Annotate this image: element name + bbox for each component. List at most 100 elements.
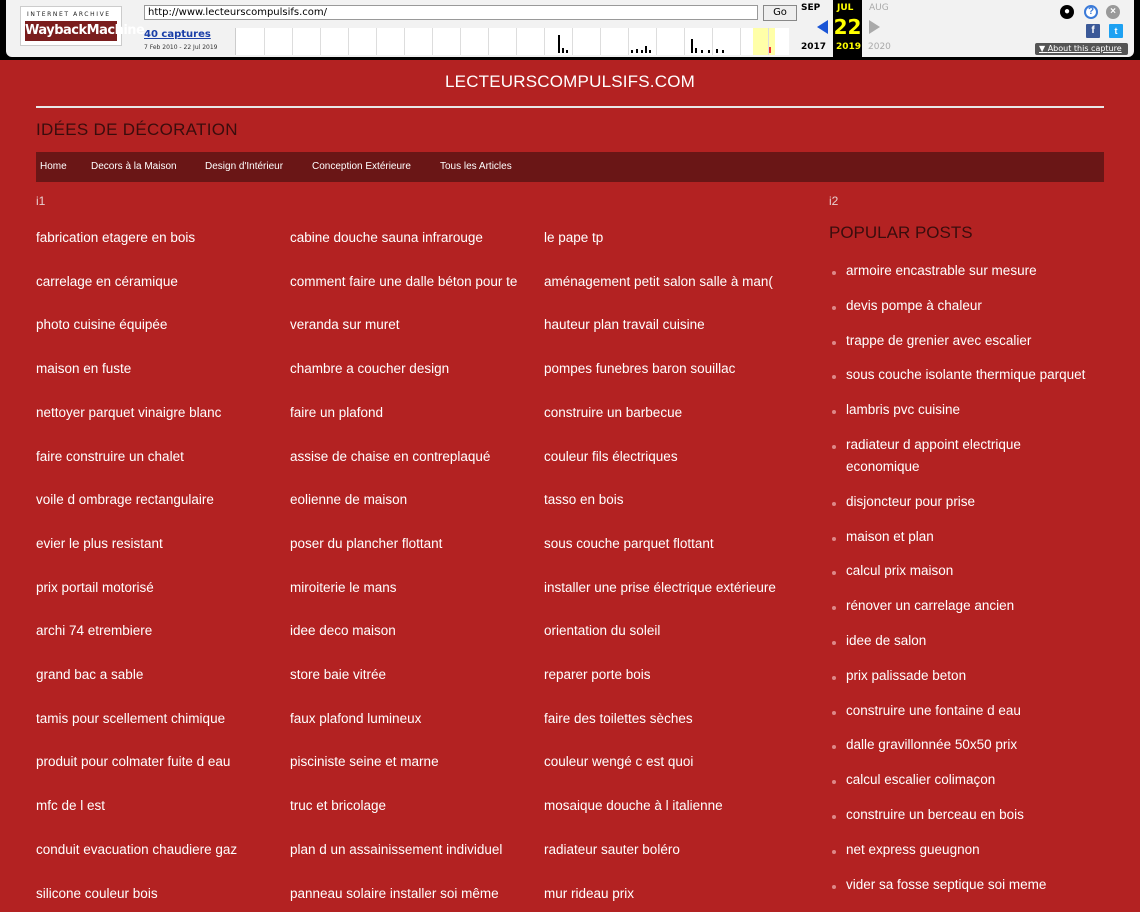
article-link[interactable]: radiateur sauter boléro (544, 842, 780, 857)
prev-month[interactable]: SEP (801, 3, 820, 13)
popular-post-link[interactable]: disjoncteur pour prise (846, 491, 975, 513)
article-link[interactable]: evier le plus resistant (36, 536, 272, 551)
popular-post-link[interactable]: maison et plan (846, 526, 934, 548)
article-link[interactable]: mosaique douche à l italienne (544, 798, 780, 813)
help-icon[interactable]: ? (1084, 5, 1098, 19)
article-link[interactable]: faire un plafond (290, 405, 526, 420)
sparkline-year-divider (740, 28, 741, 55)
prev-capture-arrow-icon[interactable] (817, 20, 828, 34)
popular-post-link[interactable]: calcul escalier colimaçon (846, 769, 995, 791)
close-icon[interactable]: × (1106, 5, 1120, 19)
article-link[interactable]: le pape tp (544, 230, 780, 245)
popular-post-link[interactable]: trappe de grenier avec escalier (846, 330, 1031, 352)
popular-post-link[interactable]: economique (846, 456, 920, 478)
article-link[interactable]: maison en fuste (36, 361, 272, 376)
popular-post-link[interactable]: idee de salon (846, 630, 926, 652)
article-link[interactable]: plan d un assainissement individuel (290, 842, 526, 857)
user-icon[interactable]: ● (1060, 5, 1074, 19)
popular-post-link[interactable]: vider sa fosse septique soi meme (846, 874, 1046, 896)
article-link[interactable]: store baie vitrée (290, 667, 526, 682)
article-link[interactable]: faire des toilettes sèches (544, 711, 780, 726)
article-link[interactable]: grand bac a sable (36, 667, 272, 682)
article-link[interactable]: poser du plancher flottant (290, 536, 526, 551)
article-link[interactable]: mfc de l est (36, 798, 272, 813)
popular-post-link[interactable]: rénover un carrelage ancien (846, 595, 1014, 617)
article-link[interactable]: mur rideau prix (544, 886, 780, 901)
logo-top-text: INTERNET ARCHIVE (27, 11, 111, 18)
capture-bar (558, 35, 560, 53)
article-link[interactable]: miroiterie le mans (290, 580, 526, 595)
popular-post-link[interactable]: net express gueugnon (846, 839, 980, 861)
article-link[interactable]: couleur fils électriques (544, 449, 780, 464)
article-link[interactable]: hauteur plan travail cuisine (544, 317, 780, 332)
popular-post-link[interactable]: sous couche isolante thermique parquet (846, 364, 1085, 386)
bullet-icon (832, 641, 836, 645)
prev-year[interactable]: 2017 (801, 42, 826, 52)
popular-post-link[interactable]: armoire encastrable sur mesure (846, 260, 1037, 282)
article-link[interactable]: assise de chaise en contreplaqué (290, 449, 526, 464)
current-day: 22 (833, 15, 862, 39)
article-link[interactable]: chambre a coucher design (290, 361, 526, 376)
nav-decors-maison[interactable]: Decors à la Maison (91, 161, 177, 172)
article-link[interactable]: tamis pour scellement chimique (36, 711, 272, 726)
article-link[interactable]: cabine douche sauna infrarouge (290, 230, 526, 245)
next-capture-arrow-icon (869, 20, 880, 34)
popular-post-link[interactable]: radiateur d appoint electrique (846, 434, 1021, 456)
facebook-icon[interactable]: f (1086, 24, 1100, 38)
url-input[interactable]: http://www.lecteurscompulsifs.com/ (144, 5, 758, 20)
popular-post-link[interactable]: dalle gravillonnée 50x50 prix (846, 734, 1017, 756)
article-link[interactable]: aménagement petit salon salle à man( (544, 274, 780, 289)
sparkline-year-divider (516, 28, 517, 55)
article-link[interactable]: installer une prise électrique extérieur… (544, 580, 780, 595)
popular-post-link[interactable]: devis pompe à chaleur (846, 295, 982, 317)
article-link[interactable]: truc et bricolage (290, 798, 526, 813)
article-link[interactable]: prix portail motorisé (36, 580, 272, 595)
popular-post-link[interactable]: calcul prix maison (846, 560, 953, 582)
sparkline-year-divider (376, 28, 377, 55)
nav-home[interactable]: Home (40, 161, 67, 172)
article-link[interactable]: sous couche parquet flottant (544, 536, 780, 551)
article-link[interactable]: faux plafond lumineux (290, 711, 526, 726)
popular-post-link[interactable]: construire un berceau en bois (846, 804, 1024, 826)
article-link[interactable]: conduit evacuation chaudiere gaz (36, 842, 272, 857)
article-link[interactable]: produit pour colmater fuite d eau (36, 754, 272, 769)
article-link[interactable]: pisciniste seine et marne (290, 754, 526, 769)
article-link[interactable]: photo cuisine équipée (36, 317, 272, 332)
article-link[interactable]: pompes funebres baron souillac (544, 361, 780, 376)
article-link[interactable]: fabrication etagere en bois (36, 230, 272, 245)
article-link[interactable]: couleur wengé c est quoi (544, 754, 780, 769)
article-link[interactable]: idee deco maison (290, 623, 526, 638)
article-link[interactable]: archi 74 etrembiere (36, 623, 272, 638)
captures-link[interactable]: 40 captures (144, 29, 211, 40)
article-link[interactable]: veranda sur muret (290, 317, 526, 332)
article-link[interactable]: orientation du soleil (544, 623, 780, 638)
about-capture-link[interactable]: ▼ About this capture (1035, 43, 1128, 55)
article-link[interactable]: eolienne de maison (290, 492, 526, 507)
nav-conception-exterieure[interactable]: Conception Extérieure (312, 161, 411, 172)
popular-post-link[interactable]: lambris pvc cuisine (846, 399, 960, 421)
article-link[interactable]: carrelage en céramique (36, 274, 272, 289)
capture-sparkline[interactable] (235, 28, 789, 55)
article-link[interactable]: voile d ombrage rectangulaire (36, 492, 272, 507)
bullet-icon (832, 710, 836, 715)
twitter-icon[interactable]: t (1109, 24, 1123, 38)
popular-post-link[interactable]: construire une fontaine d eau (846, 700, 1021, 722)
bullet-icon (832, 815, 836, 819)
article-link[interactable]: faire construire un chalet (36, 449, 272, 464)
nav-design-interieur[interactable]: Design d'Intérieur (205, 161, 283, 172)
nav-tous-articles[interactable]: Tous les Articles (440, 161, 512, 172)
site-title[interactable]: LECTEURSCOMPULSIFS.COM (0, 72, 1140, 92)
article-link[interactable]: comment faire une dalle béton pour te (290, 274, 526, 289)
article-link[interactable]: panneau solaire installer soi même (290, 886, 526, 901)
article-link[interactable]: reparer porte bois (544, 667, 780, 682)
wayback-logo[interactable]: INTERNET ARCHIVE WaybackMachine (20, 6, 145, 46)
article-link[interactable]: nettoyer parquet vinaigre blanc (36, 405, 272, 420)
popular-post-link[interactable]: prix palissade beton (846, 665, 966, 687)
article-link[interactable]: construire un barbecue (544, 405, 780, 420)
article-link[interactable]: tasso en bois (544, 492, 780, 507)
go-button[interactable]: Go (763, 5, 797, 21)
sparkline-year-divider (348, 28, 349, 55)
bullet-icon (832, 780, 836, 785)
article-link[interactable]: silicone couleur bois (36, 886, 272, 901)
bullet-icon (832, 849, 836, 854)
